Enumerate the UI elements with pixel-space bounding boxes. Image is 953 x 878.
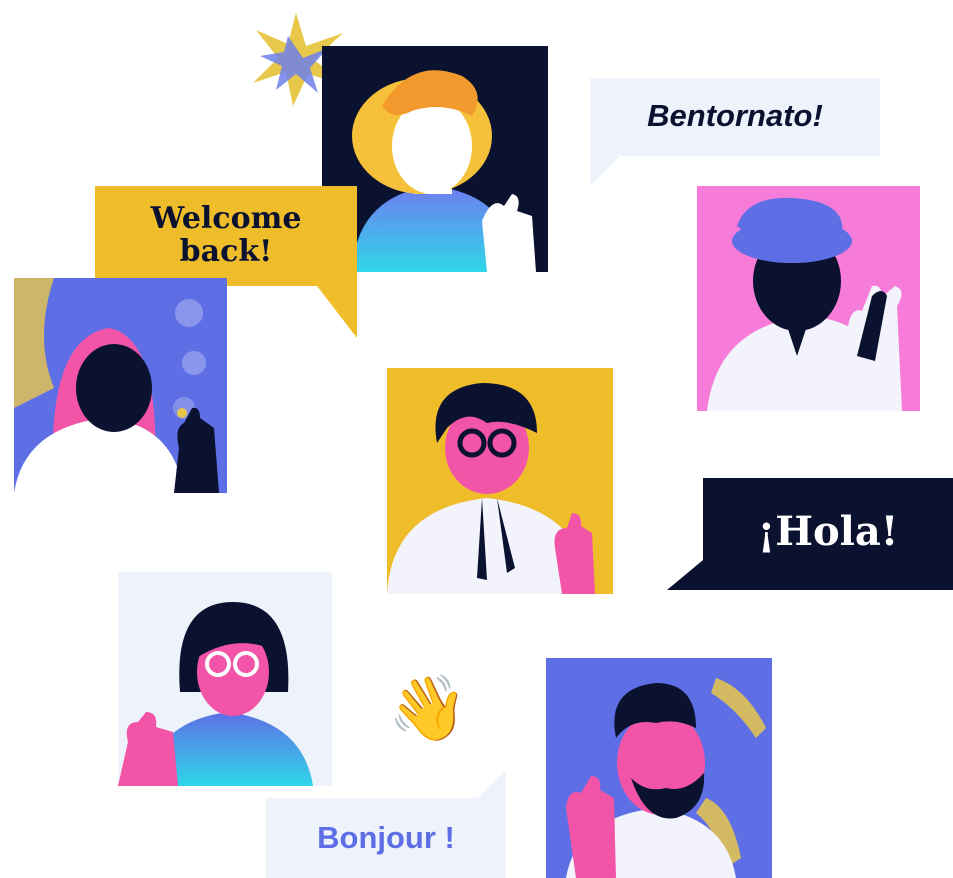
avatar-card-man-glasses	[387, 368, 613, 594]
avatar-card-pink-hair	[14, 278, 227, 493]
avatar-card-woman-bob	[118, 572, 332, 786]
speech-bubble-bentornato: Bentornato!	[590, 78, 880, 186]
bentornato-text: Bentornato!	[647, 98, 823, 133]
welcome-back-text: Welcome back!	[150, 201, 302, 269]
avatar-card-bearded-man	[546, 658, 772, 878]
speech-bubble-bonjour: Bonjour !	[266, 770, 506, 878]
bonjour-text: Bonjour !	[317, 820, 455, 855]
waving-hand-icon: 👋	[388, 672, 468, 744]
avatar-card-blue-hair	[697, 186, 920, 411]
hola-text: ¡Hola!	[757, 508, 899, 555]
speech-bubble-hola: ¡Hola!	[667, 478, 953, 590]
